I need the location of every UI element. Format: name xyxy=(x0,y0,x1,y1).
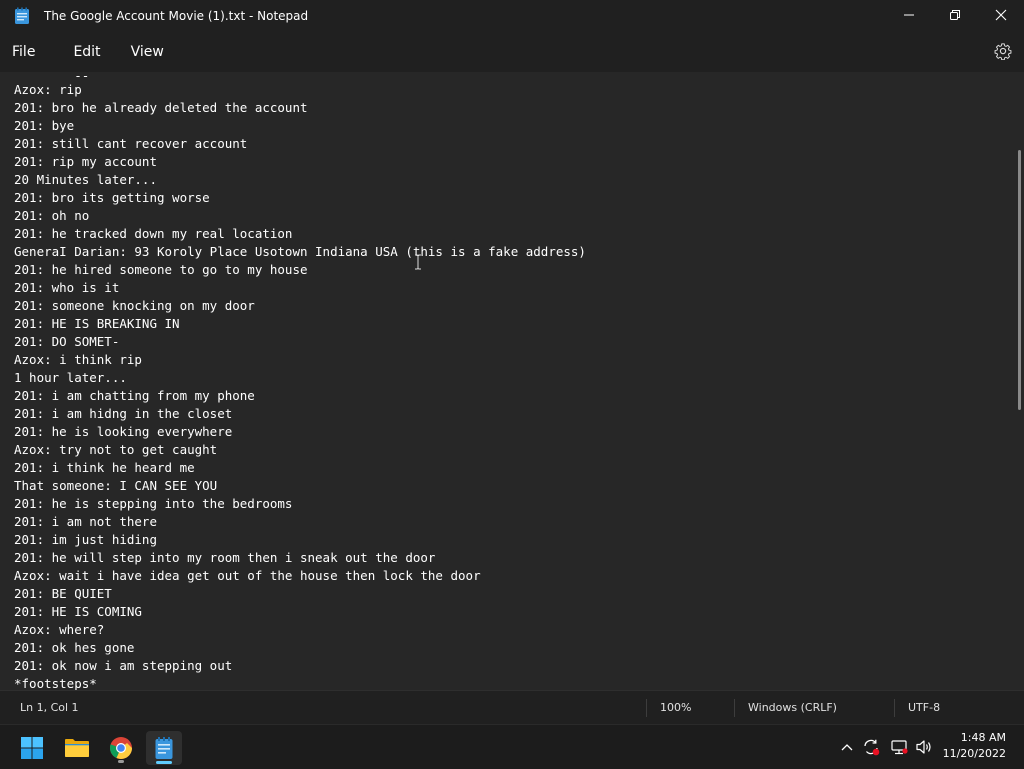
chrome-icon xyxy=(110,737,132,759)
menu-view[interactable]: View xyxy=(119,37,176,67)
text-line: 201: bye xyxy=(14,118,75,133)
gear-icon xyxy=(994,43,1012,61)
text-line: 201: ok hes gone xyxy=(14,640,135,655)
text-line: 201: bro he already deleted the account xyxy=(14,100,308,115)
settings-button[interactable] xyxy=(994,42,1014,62)
text-line: 201: bro its getting worse xyxy=(14,190,210,205)
cut-off-line: -- xyxy=(14,74,586,81)
status-divider xyxy=(646,699,647,717)
vertical-scrollbar[interactable] xyxy=(1018,150,1021,410)
title-bar[interactable]: The Google Account Movie (1).txt - Notep… xyxy=(0,0,1024,32)
restore-icon xyxy=(950,10,960,20)
sync-tray-button[interactable] xyxy=(860,725,882,769)
text-line: Azox: wait i have idea get out of the ho… xyxy=(14,568,481,583)
line-ending: Windows (CRLF) xyxy=(748,701,837,714)
text-line: 201: he is stepping into the bedrooms xyxy=(14,496,293,511)
text-line: 201: he hired someone to go to my house xyxy=(14,262,308,277)
text-line: That someone: I CAN SEE YOU xyxy=(14,478,218,493)
text-line: GeneraI Darian: 93 Koroly Place Usotown … xyxy=(14,244,586,259)
sync-alert-icon xyxy=(864,739,880,756)
text-line: 201: still cant recover account xyxy=(14,136,248,151)
file-explorer-button[interactable] xyxy=(59,731,95,765)
active-indicator xyxy=(156,761,172,764)
menu-file[interactable]: File xyxy=(0,37,47,67)
text-editor[interactable]: --Azox: rip 201: bro he already deleted t… xyxy=(0,72,1024,690)
text-line: 1 hour later... xyxy=(14,370,127,385)
text-line: 201: who is it xyxy=(14,280,120,295)
text-line: 201: ok now i am stepping out xyxy=(14,658,233,673)
network-tray-button[interactable] xyxy=(888,725,910,769)
text-line: 201: HE IS BREAKING IN xyxy=(14,316,180,331)
text-cursor-icon xyxy=(415,254,421,270)
text-line: 20 Minutes later... xyxy=(14,172,157,187)
text-line: 201: im just hiding xyxy=(14,532,157,547)
status-bar: Ln 1, Col 1 100% Windows (CRLF) UTF-8 xyxy=(0,690,1024,725)
running-indicator xyxy=(118,760,124,763)
clock-time: 1:48 AM xyxy=(960,731,1006,744)
text-line: 201: i am chatting from my phone xyxy=(14,388,255,403)
cursor-position: Ln 1, Col 1 xyxy=(20,701,79,714)
network-icon xyxy=(891,740,908,755)
minimize-icon xyxy=(904,14,914,16)
minimize-button[interactable] xyxy=(886,0,932,30)
text-line: 201: he will step into my room then i sn… xyxy=(14,550,436,565)
menu-bar: File Edit View xyxy=(0,32,1024,72)
text-line: 201: i am hidng in the closet xyxy=(14,406,233,421)
notepad-icon xyxy=(155,737,173,759)
encoding: UTF-8 xyxy=(908,701,941,714)
zoom-level: 100% xyxy=(660,701,692,714)
text-line: 201: DO SOMET- xyxy=(14,334,120,349)
taskbar-clock[interactable]: 1:48 AM 11/20/2022 xyxy=(943,730,1006,762)
folder-icon xyxy=(65,739,89,757)
text-line: Azox: rip xyxy=(14,82,82,97)
text-line: Azox: i think rip xyxy=(14,352,142,367)
window-title: The Google Account Movie (1).txt - Notep… xyxy=(44,9,309,23)
taskbar: 1:48 AM 11/20/2022 xyxy=(0,724,1024,769)
text-line: *footsteps* xyxy=(14,676,97,690)
text-line: 201: he is looking everywhere xyxy=(14,424,233,439)
volume-icon xyxy=(916,740,931,754)
start-button[interactable] xyxy=(14,731,50,765)
close-button[interactable] xyxy=(978,0,1024,30)
text-line: 201: BE QUIET xyxy=(14,586,112,601)
show-hidden-icons-button[interactable] xyxy=(838,725,856,769)
status-divider xyxy=(894,699,895,717)
restore-button[interactable] xyxy=(932,0,978,30)
text-line: Azox: where? xyxy=(14,622,105,637)
notepad-icon xyxy=(14,7,30,25)
text-line: Azox: try not to get caught xyxy=(14,442,218,457)
chrome-button[interactable] xyxy=(103,731,139,765)
text-line: 201: oh no xyxy=(14,208,90,223)
text-line: 201: someone knocking on my door xyxy=(14,298,255,313)
notepad-taskbar-button[interactable] xyxy=(146,731,182,765)
text-line: 201: rip my account xyxy=(14,154,157,169)
clock-date: 11/20/2022 xyxy=(942,747,1006,760)
editor-text[interactable]: --Azox: rip 201: bro he already deleted t… xyxy=(14,74,586,690)
chevron-up-icon xyxy=(841,744,853,751)
text-line: 201: i am not there xyxy=(14,514,157,529)
windows-start-icon xyxy=(21,737,43,759)
text-line: 201: HE IS COMING xyxy=(14,604,142,619)
menu-edit[interactable]: Edit xyxy=(61,37,112,67)
status-divider xyxy=(734,699,735,717)
text-line: 201: i think he heard me xyxy=(14,460,195,475)
volume-tray-button[interactable] xyxy=(913,725,935,769)
close-icon xyxy=(995,9,1007,21)
text-line: 201: he tracked down my real location xyxy=(14,226,293,241)
